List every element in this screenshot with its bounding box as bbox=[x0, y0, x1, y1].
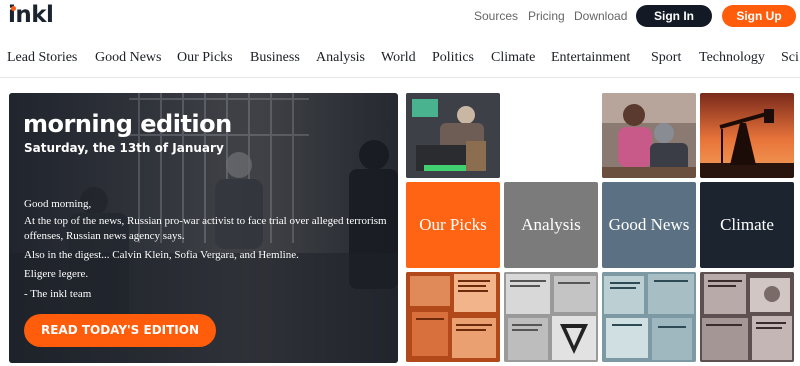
digest-text: Also in the digest... Calvin Klein, Sofi… bbox=[24, 249, 299, 261]
signoff-text: - The inkl team bbox=[24, 288, 92, 300]
analysis-collage[interactable] bbox=[504, 272, 598, 362]
greeting-text: Good morning, bbox=[24, 198, 92, 210]
climate-collage[interactable] bbox=[700, 272, 794, 362]
our-picks-collage[interactable] bbox=[406, 272, 500, 362]
nav-politics[interactable]: Politics bbox=[432, 50, 474, 66]
nav-business[interactable]: Business bbox=[250, 50, 300, 66]
story-thumbnail-oil-pump[interactable] bbox=[700, 93, 794, 178]
nav-analysis[interactable]: Analysis bbox=[316, 50, 365, 66]
morning-edition-card[interactable]: morning edition Saturday, the 13th of Ja… bbox=[9, 93, 398, 363]
top-header: inkl Sources Pricing Download Sign In Si… bbox=[0, 0, 800, 36]
nav-good-news[interactable]: Good News bbox=[95, 50, 162, 66]
tile-our-picks[interactable]: Our Picks bbox=[406, 182, 500, 268]
nav-science[interactable]: Sci bbox=[781, 50, 799, 66]
oil-pump-photo bbox=[700, 93, 794, 178]
lead-story-text: At the top of the news, Russian pro-war … bbox=[24, 215, 387, 242]
pricing-link[interactable]: Pricing bbox=[528, 9, 565, 23]
tile-good-news-label: Good News bbox=[608, 215, 690, 234]
download-link[interactable]: Download bbox=[574, 9, 627, 23]
analysis-papers bbox=[504, 272, 598, 362]
read-edition-button[interactable]: READ TODAY'S EDITION bbox=[24, 314, 216, 347]
nav-sport[interactable]: Sport bbox=[651, 50, 681, 66]
tile-analysis-label: Analysis bbox=[521, 215, 581, 234]
good-news-papers bbox=[602, 272, 696, 362]
our-picks-papers bbox=[406, 272, 500, 362]
sign-in-button[interactable]: Sign In bbox=[636, 5, 712, 27]
inkl-logo[interactable]: inkl bbox=[8, 2, 54, 28]
tile-climate-label: Climate bbox=[720, 215, 774, 234]
motto-text: Eligere legere. bbox=[24, 268, 89, 280]
category-nav: Lead Stories Good News Our Picks Busines… bbox=[0, 40, 800, 78]
nav-climate[interactable]: Climate bbox=[491, 50, 535, 66]
gamer-photo bbox=[406, 93, 500, 178]
good-news-collage[interactable] bbox=[602, 272, 696, 362]
climate-papers bbox=[700, 272, 794, 362]
logo-dot bbox=[11, 6, 16, 11]
tile-good-news[interactable]: Good News bbox=[602, 182, 696, 268]
nav-lead-stories[interactable]: Lead Stories bbox=[7, 50, 77, 66]
edition-title: morning edition bbox=[23, 110, 232, 138]
story-thumbnail-gamer[interactable] bbox=[406, 93, 500, 178]
story-thumbnail-family[interactable] bbox=[602, 93, 696, 178]
nav-world[interactable]: World bbox=[381, 50, 416, 66]
nav-entertainment[interactable]: Entertainment bbox=[551, 50, 630, 66]
sign-up-button[interactable]: Sign Up bbox=[722, 5, 796, 27]
edition-date: Saturday, the 13th of January bbox=[24, 141, 224, 155]
nav-our-picks[interactable]: Our Picks bbox=[177, 50, 233, 66]
tile-analysis[interactable]: Analysis bbox=[504, 182, 598, 268]
tile-our-picks-label: Our Picks bbox=[419, 215, 487, 234]
tile-climate[interactable]: Climate bbox=[700, 182, 794, 268]
family-photo bbox=[602, 93, 696, 178]
sources-link[interactable]: Sources bbox=[474, 9, 518, 23]
nav-technology[interactable]: Technology bbox=[699, 50, 765, 66]
